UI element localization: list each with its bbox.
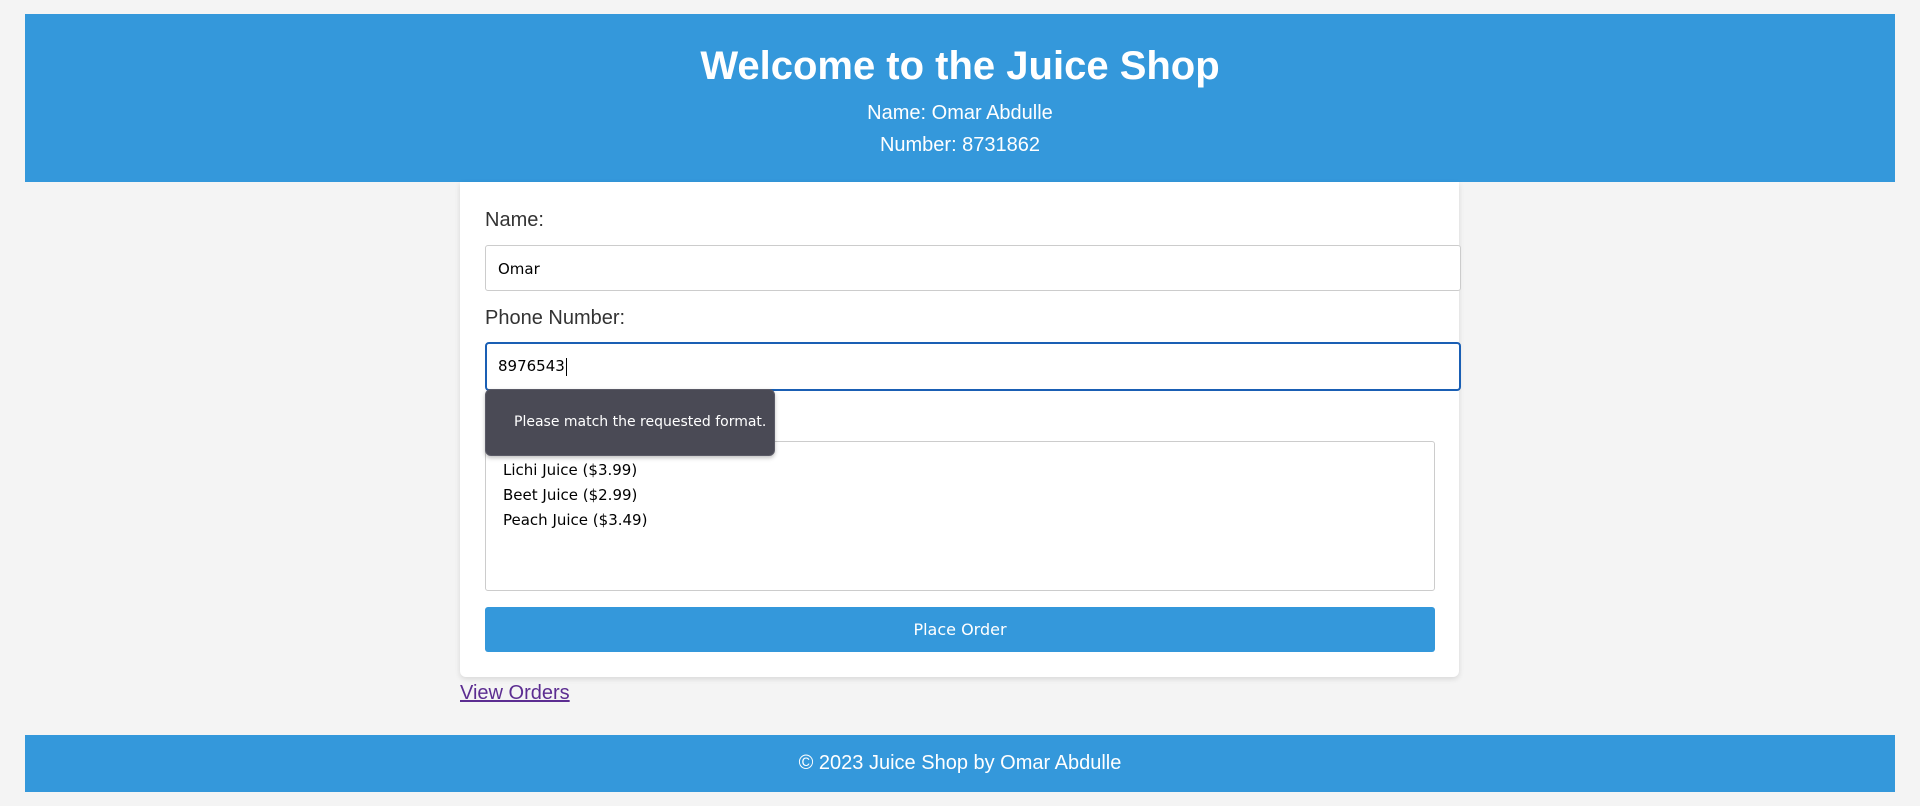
page: Welcome to the Juice Shop Name: Omar Abd… xyxy=(0,0,1920,806)
validation-tooltip: Please match the requested format. xyxy=(485,389,775,456)
order-form: Name: Omar Phone Number: 8976543 Se Lich… xyxy=(460,182,1461,677)
juice-option-beet[interactable]: Beet Juice ($2.99) xyxy=(503,483,1434,508)
site-header: Welcome to the Juice Shop Name: Omar Abd… xyxy=(25,14,1895,182)
text-caret xyxy=(565,357,567,376)
view-orders-link[interactable]: View Orders xyxy=(460,682,570,705)
name-input[interactable]: Omar xyxy=(485,245,1461,291)
place-order-button[interactable]: Place Order xyxy=(485,607,1435,652)
name-input-value: Omar xyxy=(498,260,540,278)
header-customer-name: Name: Omar Abdulle xyxy=(867,102,1053,124)
juice-option-lichi[interactable]: Lichi Juice ($3.99) xyxy=(503,458,1434,483)
page-title: Welcome to the Juice Shop xyxy=(700,44,1220,88)
phone-label: Phone Number: xyxy=(485,307,626,329)
header-customer-number: Number: 8731862 xyxy=(879,134,1041,156)
juice-option-peach[interactable]: Peach Juice ($3.49) xyxy=(503,508,1434,533)
site-footer: © 2023 Juice Shop by Omar Abdulle xyxy=(25,735,1895,792)
name-label: Name: xyxy=(485,209,544,231)
phone-input-value: 8976543 xyxy=(498,357,565,375)
phone-input[interactable]: 8976543 xyxy=(485,342,1461,391)
juice-select-list[interactable]: Lichi Juice ($3.99) Beet Juice ($2.99) P… xyxy=(485,441,1435,591)
